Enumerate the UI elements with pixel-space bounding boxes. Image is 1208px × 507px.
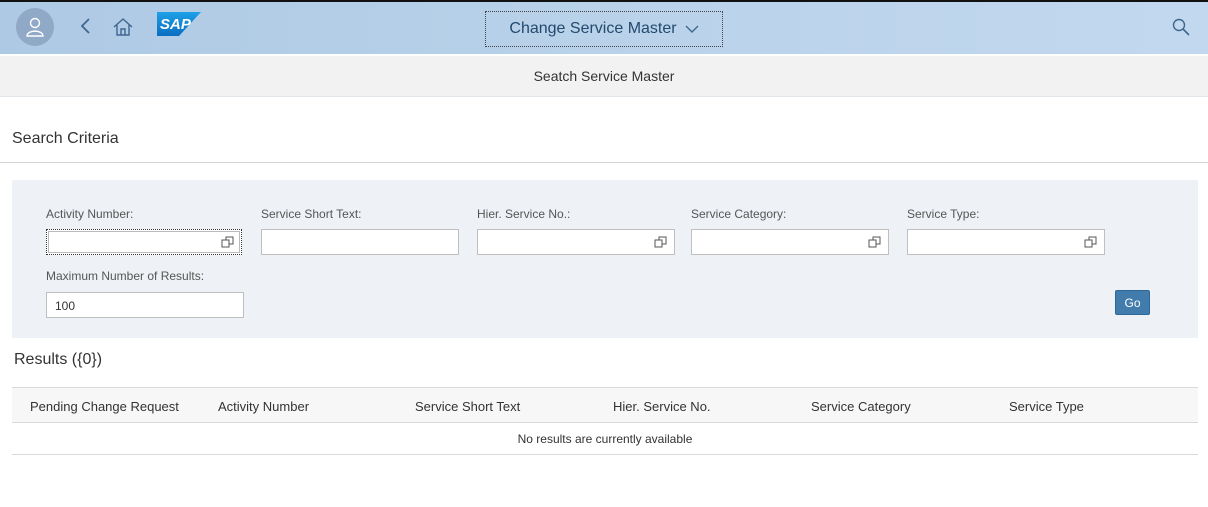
column-header-hier-service-no[interactable]: Hier. Service No. bbox=[613, 399, 711, 414]
value-help-icon[interactable] bbox=[1084, 235, 1098, 249]
results-empty-row: No results are currently available bbox=[12, 423, 1198, 455]
activity-number-input[interactable] bbox=[46, 229, 242, 255]
hier-service-no-label: Hier. Service No.: bbox=[477, 207, 571, 221]
user-icon bbox=[24, 16, 46, 38]
chevron-left-icon bbox=[74, 14, 98, 38]
results-heading: Results ({0}) bbox=[14, 351, 103, 368]
service-category-label: Service Category: bbox=[691, 207, 787, 221]
activity-number-label: Activity Number: bbox=[46, 207, 134, 221]
page-title: Seatch Service Master bbox=[533, 68, 675, 84]
column-header-service-type[interactable]: Service Type bbox=[1009, 399, 1084, 414]
app-title-menu-button[interactable]: Change Service Master bbox=[485, 11, 723, 47]
max-results-value: 100 bbox=[55, 299, 76, 313]
value-help-icon[interactable] bbox=[868, 235, 882, 249]
search-criteria-heading: Search Criteria bbox=[12, 130, 119, 147]
value-help-icon[interactable] bbox=[654, 235, 668, 249]
search-icon bbox=[1170, 16, 1192, 38]
service-type-input[interactable] bbox=[907, 229, 1105, 255]
app-title: Change Service Master bbox=[509, 20, 677, 37]
service-type-label: Service Type: bbox=[907, 207, 980, 221]
service-short-text-input[interactable] bbox=[261, 229, 459, 255]
user-avatar[interactable] bbox=[16, 8, 54, 46]
results-table-header: Pending Change Request Activity Number S… bbox=[12, 387, 1198, 423]
svg-text:SAP: SAP bbox=[160, 16, 192, 33]
chevron-down-icon bbox=[685, 24, 699, 34]
max-results-label: Maximum Number of Results: bbox=[46, 269, 205, 283]
divider bbox=[0, 162, 1208, 163]
value-help-icon[interactable] bbox=[221, 235, 235, 249]
back-button[interactable] bbox=[74, 14, 98, 38]
service-short-text-label: Service Short Text: bbox=[261, 207, 362, 221]
sap-logo: SAP bbox=[157, 12, 201, 36]
home-button[interactable] bbox=[110, 14, 136, 40]
column-header-service-short-text[interactable]: Service Short Text bbox=[415, 399, 520, 414]
column-header-activity-number[interactable]: Activity Number bbox=[218, 399, 309, 414]
column-header-pending-change-request[interactable]: Pending Change Request bbox=[30, 399, 179, 414]
no-results-text: No results are currently available bbox=[517, 431, 693, 446]
page-subheader: Seatch Service Master bbox=[0, 56, 1208, 97]
max-results-input[interactable]: 100 bbox=[46, 292, 244, 318]
go-button[interactable]: Go bbox=[1115, 290, 1150, 315]
column-header-service-category[interactable]: Service Category bbox=[811, 399, 911, 414]
search-button[interactable] bbox=[1170, 16, 1192, 38]
shell-header: SAP Change Service Master bbox=[0, 2, 1208, 54]
service-category-input[interactable] bbox=[691, 229, 889, 255]
hier-service-no-input[interactable] bbox=[477, 229, 675, 255]
home-icon bbox=[110, 14, 136, 40]
